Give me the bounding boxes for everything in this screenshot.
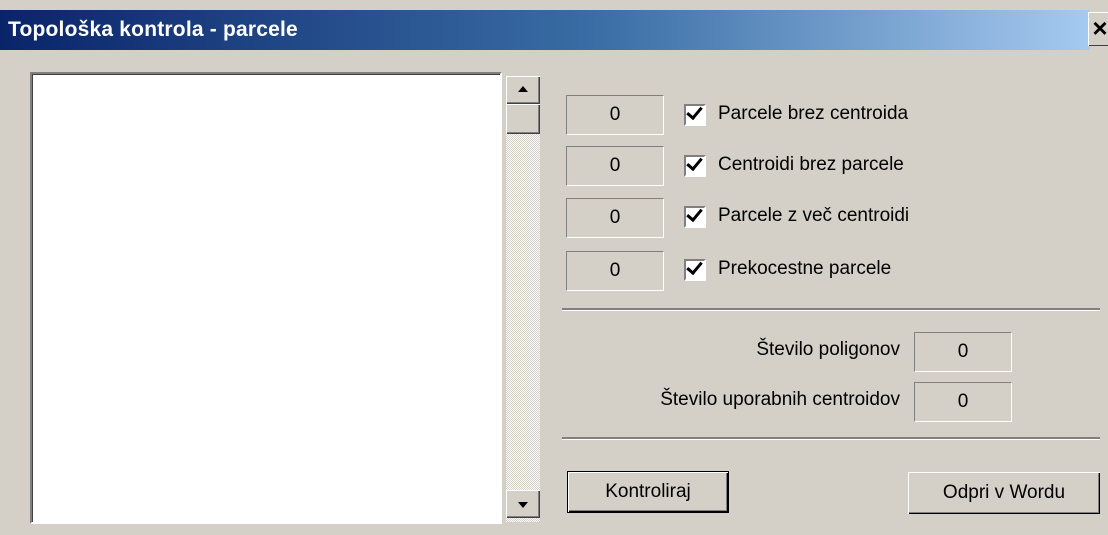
polygons-label: Število poligonov xyxy=(756,339,900,360)
checkbox-no-centroid[interactable] xyxy=(684,102,706,126)
scroll-down-button[interactable] xyxy=(506,490,540,518)
polygons-count-field: 0 xyxy=(914,332,1012,372)
count-field-cross-road: 0 xyxy=(566,251,664,291)
checkbox-cross-road[interactable] xyxy=(684,257,706,281)
results-listbox[interactable] xyxy=(30,72,502,524)
checkmark-icon xyxy=(686,102,703,121)
checkbox-no-parcel[interactable] xyxy=(684,153,706,177)
count-field-no-parcel: 0 xyxy=(566,146,664,186)
checkbox-multi-centroid[interactable] xyxy=(684,204,706,228)
centroids-count-field: 0 xyxy=(914,382,1012,422)
title-bar: Topološka kontrola - parcele xyxy=(0,10,1090,50)
count-field-no-centroid: 0 xyxy=(566,95,664,135)
scrollbar-track[interactable] xyxy=(506,76,540,522)
separator xyxy=(562,308,1100,311)
checkmark-icon xyxy=(686,204,703,223)
separator xyxy=(562,437,1100,440)
checkmark-icon xyxy=(686,257,703,276)
arrow-up-icon xyxy=(518,86,528,92)
checkbox-label: Prekocestne parcele xyxy=(718,258,892,279)
checkmark-icon xyxy=(686,153,703,172)
close-icon: × xyxy=(1092,13,1108,43)
vertical-scrollbar[interactable] xyxy=(506,76,540,522)
check-button[interactable]: Kontroliraj xyxy=(567,471,729,513)
close-button[interactable]: × xyxy=(1088,12,1108,46)
scrollbar-thumb[interactable] xyxy=(506,104,540,134)
checkbox-label: Parcele z več centroidi xyxy=(718,205,910,226)
window-title: Topološka kontrola - parcele xyxy=(8,18,298,41)
count-field-multi-centroid: 0 xyxy=(566,198,664,238)
centroids-label: Število uporabnih centroidov xyxy=(660,389,900,410)
scroll-up-button[interactable] xyxy=(506,76,540,104)
checkbox-label: Centroidi brez parcele xyxy=(718,154,904,175)
top-strip xyxy=(0,0,1108,8)
arrow-down-icon xyxy=(518,502,528,508)
checkbox-label: Parcele brez centroida xyxy=(718,103,909,124)
open-in-word-button[interactable]: Odpri v Wordu xyxy=(908,472,1100,514)
